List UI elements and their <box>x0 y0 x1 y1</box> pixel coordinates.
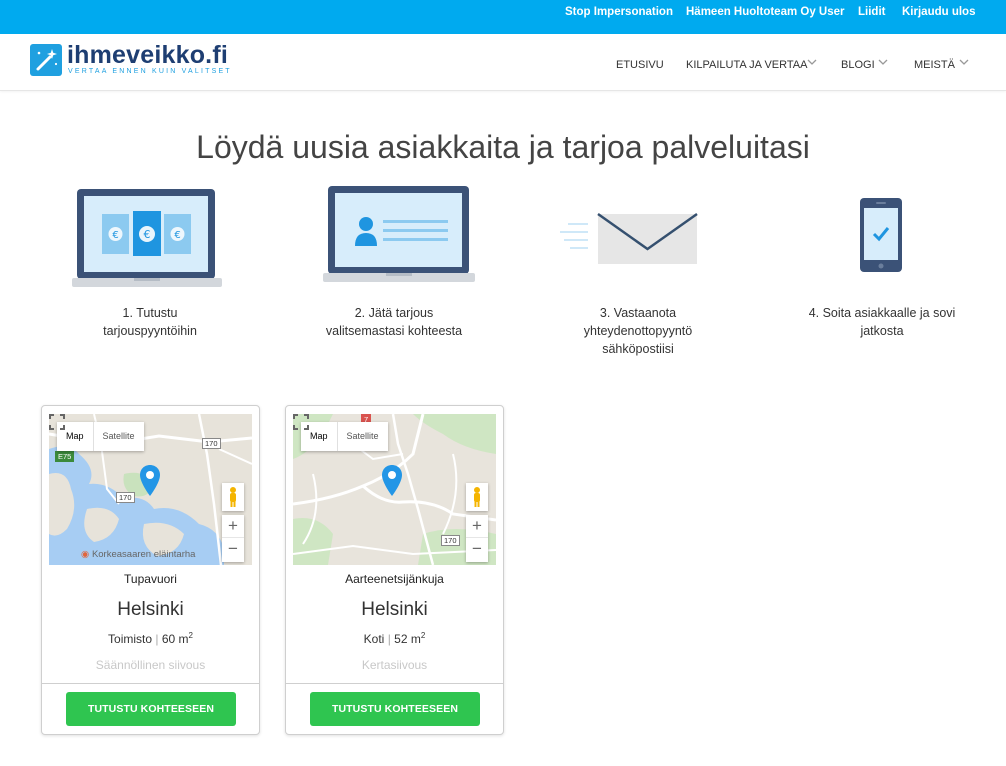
nav-meista[interactable]: MEISTÄ <box>914 59 955 71</box>
nav-kilpailuta[interactable]: KILPAILUTA JA VERTAA <box>686 59 807 71</box>
zoom-in-button[interactable]: + <box>222 515 244 538</box>
road-number-label: 170 <box>202 438 221 449</box>
road-number-label: 170 <box>441 535 460 546</box>
listing-service: Säännöllinen siivous <box>95 658 206 672</box>
leads-link[interactable]: Liidit <box>858 6 885 18</box>
view-listing-button[interactable]: TUTUSTU KOHTEESEEN <box>310 692 480 726</box>
listing-card: E75 170 170 ◉ Korkeasaaren eläintarha Ma… <box>41 405 260 735</box>
zoom-out-button[interactable]: − <box>222 538 244 561</box>
logo-text[interactable]: ihmeveikko.fi <box>67 41 228 70</box>
zoom-in-button[interactable]: + <box>466 515 488 538</box>
zoom-control: + − <box>466 515 488 562</box>
zoom-control: + − <box>222 515 244 562</box>
street-view-pegman-icon[interactable] <box>222 483 244 511</box>
svg-text:€: € <box>112 230 118 241</box>
zoo-pin-icon: ◉ <box>81 549 90 560</box>
divider <box>42 683 259 684</box>
map-type-toggle: Map Satellite <box>57 422 144 451</box>
laptop-euro-icon: € € € <box>72 189 222 287</box>
chevron-down-icon <box>807 59 817 65</box>
logout-link[interactable]: Kirjaudu ulos <box>902 6 975 18</box>
nav-etusivu[interactable]: ETUSIVU <box>616 59 664 71</box>
step-2-label: 2. Jätä tarjous valitsemastasi kohteesta <box>325 306 463 338</box>
svg-text:€: € <box>144 228 151 241</box>
divider <box>286 683 503 684</box>
laptop-profile-icon <box>323 186 475 282</box>
map-type-satellite-button[interactable]: Satellite <box>94 422 144 451</box>
location-pin-icon[interactable] <box>381 464 403 497</box>
step-4-label: 4. Soita asiakkaalle ja sovi jatkosta <box>808 306 956 338</box>
view-listing-button[interactable]: TUTUSTU KOHTEESEEN <box>66 692 236 726</box>
location-map[interactable]: E75 170 170 ◉ Korkeasaaren eläintarha Ma… <box>49 414 252 565</box>
listing-city: Helsinki <box>117 599 184 620</box>
site-header: ihmeveikko.fi VERTAA ENNEN KUIN VALITSET… <box>0 34 1006 91</box>
road-number-label: 170 <box>116 492 135 503</box>
listing-city: Helsinki <box>361 599 428 620</box>
phone-check-icon <box>860 198 902 272</box>
listing-card: 7 170 Map Satellite + − Aarteenetsijänku… <box>285 405 504 735</box>
chevron-down-icon <box>878 59 888 65</box>
road-number-label: E75 <box>55 451 75 462</box>
location-pin-icon[interactable] <box>139 464 161 497</box>
chevron-down-icon <box>959 59 969 65</box>
zoom-out-button[interactable]: − <box>466 538 488 561</box>
logo-tagline: VERTAA ENNEN KUIN VALITSET <box>68 68 232 75</box>
magic-wand-logo-icon[interactable] <box>30 44 62 76</box>
map-type-satellite-button[interactable]: Satellite <box>338 422 388 451</box>
listing-street: Tupavuori <box>124 572 177 586</box>
listing-type-area: Toimisto | 60 m2 <box>108 631 193 646</box>
step-1-label: 1. Tutustu tarjouspyyntöihin <box>103 306 197 338</box>
street-view-pegman-icon[interactable] <box>466 483 488 511</box>
stop-impersonation-link[interactable]: Stop Impersonation <box>565 6 673 18</box>
nav-blogi[interactable]: BLOGI <box>841 59 875 71</box>
listing-type-area: Koti | 52 m2 <box>363 631 426 646</box>
map-place-label: ◉ Korkeasaaren eläintarha <box>81 549 196 560</box>
listing-service: Kertasiivous <box>361 658 428 672</box>
envelope-icon <box>560 212 698 264</box>
listing-street: Aarteenetsijänkuja <box>345 572 444 586</box>
svg-text:€: € <box>174 230 180 241</box>
fullscreen-icon[interactable] <box>49 414 65 430</box>
location-map[interactable]: 7 170 Map Satellite + − <box>293 414 496 565</box>
user-link[interactable]: Hämeen Huoltoteam Oy User <box>686 6 845 18</box>
fullscreen-icon[interactable] <box>293 414 309 430</box>
step-3-label: 3. Vastaanota yhteydenottopyyntö sähköpo… <box>583 306 693 356</box>
map-type-toggle: Map Satellite <box>301 422 388 451</box>
admin-bar: Stop Impersonation Hämeen Huoltoteam Oy … <box>0 0 1006 34</box>
page-headline: Löydä uusia asiakkaita ja tarjoa palvelu… <box>196 129 810 165</box>
